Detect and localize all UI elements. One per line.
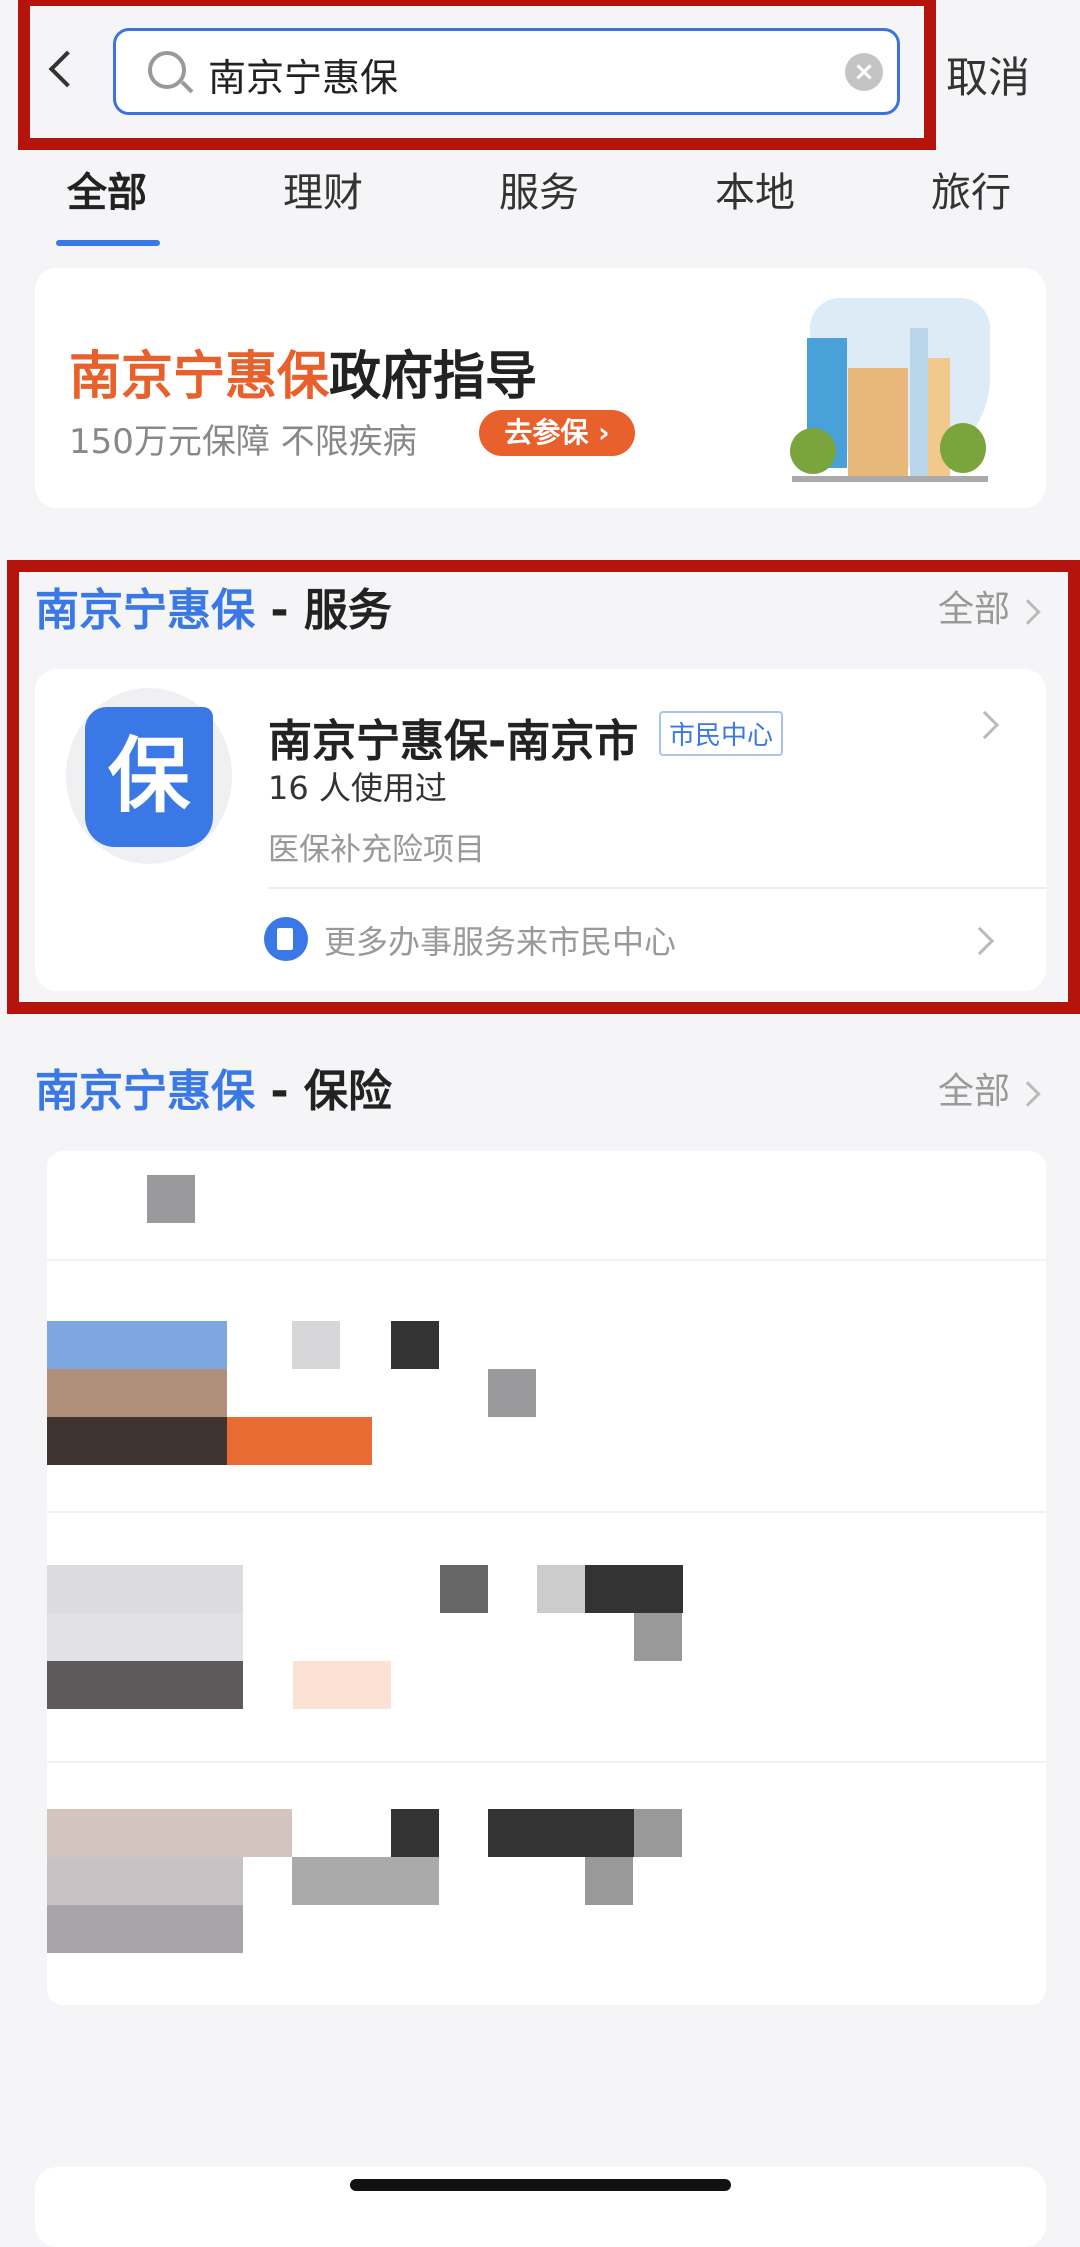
back-button[interactable] (42, 50, 86, 90)
service-see-all[interactable]: 全部 (938, 580, 1042, 632)
search-input[interactable]: 南京宁惠保 × (113, 28, 900, 115)
service-title: 南京宁惠保-南京市 (268, 716, 639, 767)
service-description: 医保补充险项目 (268, 832, 485, 868)
insurance-section-title: 南京宁惠保 - 保险 (35, 1066, 392, 1117)
tab-travel[interactable]: 旅行 (911, 160, 1031, 218)
service-section-title: 南京宁惠保 - 服务 (35, 585, 392, 636)
chevron-right-icon (965, 926, 995, 956)
tab-all[interactable]: 全部 (47, 160, 167, 218)
cancel-button[interactable]: 取消 (946, 44, 1030, 105)
chevron-left-icon (48, 50, 86, 88)
insurance-see-all[interactable]: 全部 (938, 1062, 1042, 1114)
service-app-icon: 保 (66, 688, 232, 864)
chevron-right-icon (1015, 1081, 1042, 1107)
service-tag: 市民中心 (659, 711, 784, 756)
tab-local[interactable]: 本地 (695, 160, 815, 218)
service-usage: 16 人使用过 (268, 769, 447, 807)
banner-title: 南京宁惠保政府指导 (69, 347, 538, 407)
service-card[interactable]: 保 南京宁惠保-南京市 市民中心 16 人使用过 医保补充险项目 更多办事服务来… (35, 669, 1046, 991)
citizen-center-link[interactable]: 更多办事服务来市民中心 (264, 909, 1024, 969)
promo-banner[interactable]: 南京宁惠保政府指导 150万元保障 不限疾病 去参保 › (35, 268, 1046, 508)
clear-icon[interactable]: × (845, 53, 883, 91)
citizen-center-icon (264, 917, 308, 961)
tab-services[interactable]: 服务 (479, 160, 599, 218)
chevron-right-icon (970, 710, 1000, 740)
divider (268, 887, 1046, 889)
city-shield-illustration (780, 298, 1000, 488)
banner-subtitle: 150万元保障 不限疾病 (69, 422, 417, 462)
insurance-results-blurred (47, 1151, 1046, 2005)
chevron-right-icon (1015, 599, 1042, 625)
search-query: 南京宁惠保 (208, 56, 399, 100)
active-tab-underline (56, 240, 160, 246)
join-button[interactable]: 去参保 › (479, 410, 635, 456)
tab-finance[interactable]: 理财 (263, 160, 383, 218)
home-indicator[interactable] (350, 2179, 731, 2191)
